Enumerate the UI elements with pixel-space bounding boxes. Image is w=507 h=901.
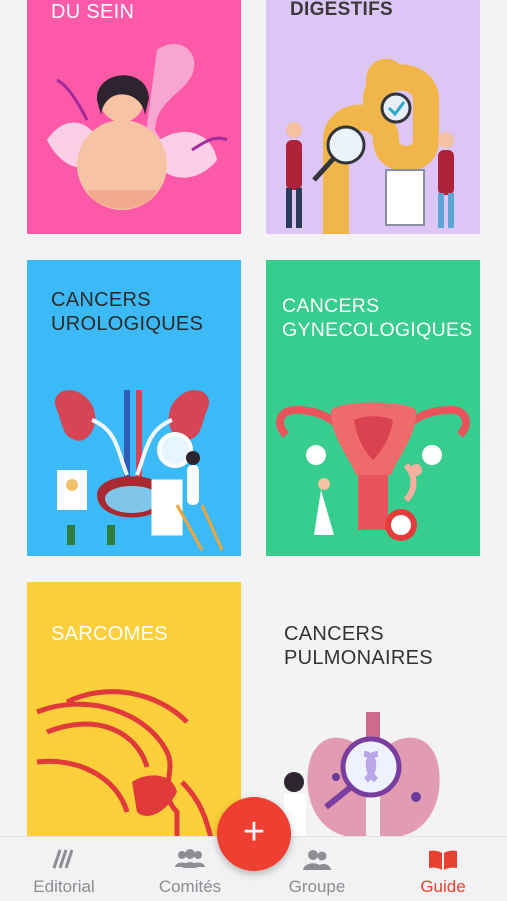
tab-label: Editorial	[33, 877, 95, 896]
editorial-icon	[52, 849, 74, 869]
guide-grid: DU SEIN DIGESTIFS CANCERS UROLOGIQUES CA…	[0, 0, 507, 836]
uterus-illustration	[276, 402, 470, 541]
card-sarcomas[interactable]: SARCOMES	[27, 582, 241, 836]
tab-editorial[interactable]: Editorial	[9, 837, 119, 901]
lung-illustration	[284, 712, 440, 836]
add-button[interactable]: +	[217, 797, 291, 871]
card-digestive-cancers[interactable]: DIGESTIFS	[266, 0, 480, 234]
card-urological-cancers[interactable]: CANCERS UROLOGIQUES	[27, 260, 241, 556]
tab-label: Comités	[158, 877, 222, 896]
card-gynecological-cancers[interactable]: CANCERS GYNECOLOGIQUES	[266, 260, 480, 556]
tab-guide[interactable]: Guide	[388, 837, 498, 901]
card-lung-cancers[interactable]: CANCERS PULMONAIRES	[266, 582, 480, 836]
book-icon	[429, 850, 457, 870]
card-breast-cancer[interactable]: DU SEIN	[27, 0, 241, 234]
plus-icon: +	[242, 811, 266, 853]
breast-illustration	[47, 44, 228, 210]
digestive-illustration	[286, 58, 454, 234]
bone-illustration	[36, 689, 214, 836]
tab-label: Groupe	[288, 877, 346, 896]
kidney-illustration	[55, 390, 224, 551]
group-icon	[303, 850, 331, 870]
tab-label: Guide	[420, 877, 466, 896]
committees-icon	[175, 849, 205, 868]
